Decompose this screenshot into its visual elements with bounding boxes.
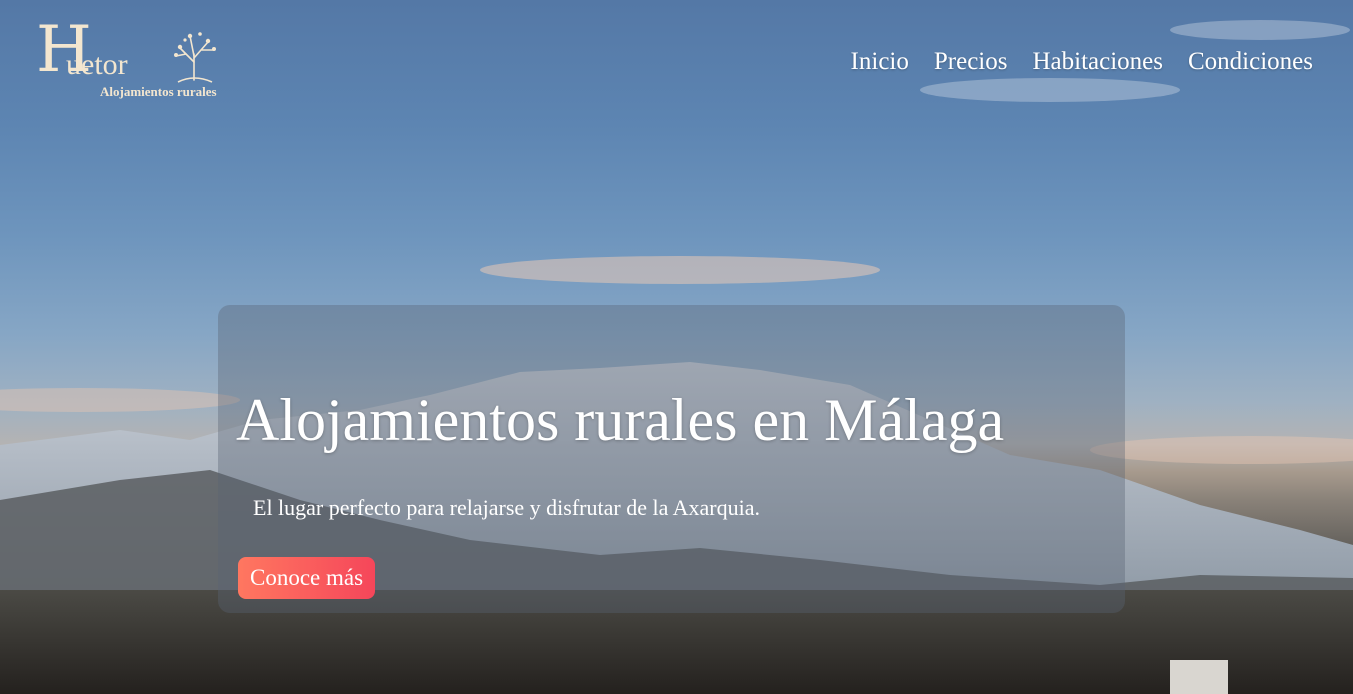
- logo-tagline: Alojamientos rurales: [100, 84, 217, 99]
- site-logo[interactable]: H uetor Alojamientos rurales: [36, 18, 246, 104]
- nav-inicio[interactable]: Inicio: [851, 44, 909, 80]
- olive-tree-icon: [174, 32, 216, 83]
- conoce-mas-button[interactable]: Conoce más: [238, 557, 376, 599]
- main-nav: Inicio Precios Habitaciones Condiciones: [851, 44, 1313, 80]
- nav-precios[interactable]: Precios: [934, 44, 1008, 80]
- cloud: [920, 78, 1180, 102]
- nav-condiciones[interactable]: Condiciones: [1188, 44, 1313, 80]
- hero-subtitle: El lugar perfecto para relajarse y disfr…: [253, 495, 760, 520]
- cloud: [480, 256, 880, 284]
- cloud: [1170, 20, 1350, 40]
- nav-habitaciones[interactable]: Habitaciones: [1032, 44, 1163, 80]
- logo-wordmark: uetor: [66, 48, 128, 81]
- cloud: [0, 388, 240, 412]
- house: [1170, 660, 1228, 694]
- cloud: [1090, 436, 1353, 464]
- hero-card: Alojamientos rurales en Málaga El lugar …: [218, 305, 1125, 613]
- hero-title: Alojamientos rurales en Málaga: [236, 387, 1005, 453]
